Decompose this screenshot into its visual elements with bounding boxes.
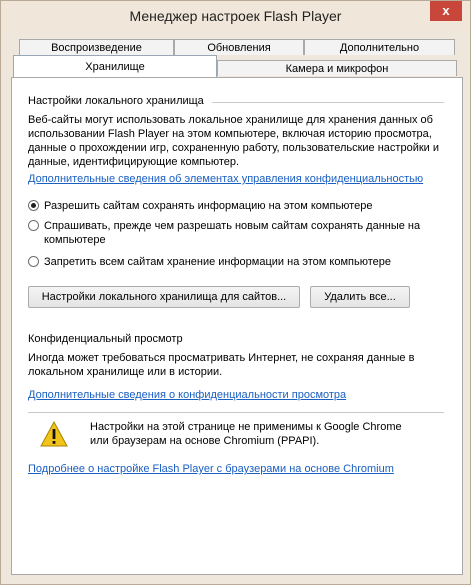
privacy-controls-link[interactable]: Дополнительные сведения об элементах упр… [28, 173, 423, 185]
site-storage-settings-button[interactable]: Настройки локального хранилища для сайто… [28, 286, 300, 308]
chromium-settings-link[interactable]: Подробнее о настройке Flash Player с бра… [28, 463, 394, 475]
storage-panel: Настройки локального хранилища Веб-сайты… [11, 77, 463, 575]
chromium-notice-text: Настройки на этой странице не применимы … [90, 421, 402, 447]
local-storage-description: Веб-сайты могут использовать локальное х… [28, 114, 439, 168]
title-bar[interactable]: Менеджер настроек Flash Player x [1, 1, 470, 31]
divider [212, 102, 444, 103]
option-allow-label: Разрешить сайтам сохранять информацию на… [44, 200, 373, 212]
private-browsing-title: Конфиденциальный просмотр [28, 333, 183, 345]
settings-window: Менеджер настроек Flash Player x Воспрои… [0, 0, 471, 585]
private-browsing-description: Иногда может требоваться просматривать И… [28, 352, 415, 378]
window-title: Менеджер настроек Flash Player [129, 8, 342, 24]
radio-allow[interactable] [28, 200, 39, 211]
tab-storage[interactable]: Хранилище [13, 55, 217, 77]
tab-camera-mic[interactable]: Камера и микрофон [217, 60, 457, 76]
radio-ask[interactable] [28, 220, 39, 231]
delete-all-button[interactable]: Удалить все... [310, 286, 410, 308]
divider [28, 412, 444, 413]
option-ask-label: Спрашивать, прежде чем разрешать новым с… [44, 220, 421, 246]
private-browsing-link[interactable]: Дополнительные сведения о конфиденциальн… [28, 389, 346, 401]
local-storage-title: Настройки локального хранилища [28, 95, 204, 107]
radio-block[interactable] [28, 256, 39, 267]
tab-playback[interactable]: Воспроизведение [19, 39, 174, 55]
option-block-label: Запретить всем сайтам хранение информаци… [44, 256, 391, 268]
close-icon: x [442, 3, 450, 18]
tab-updates[interactable]: Обновления [174, 39, 304, 55]
tab-advanced[interactable]: Дополнительно [304, 39, 455, 55]
warning-icon [40, 421, 68, 447]
close-button[interactable]: x [430, 1, 462, 21]
